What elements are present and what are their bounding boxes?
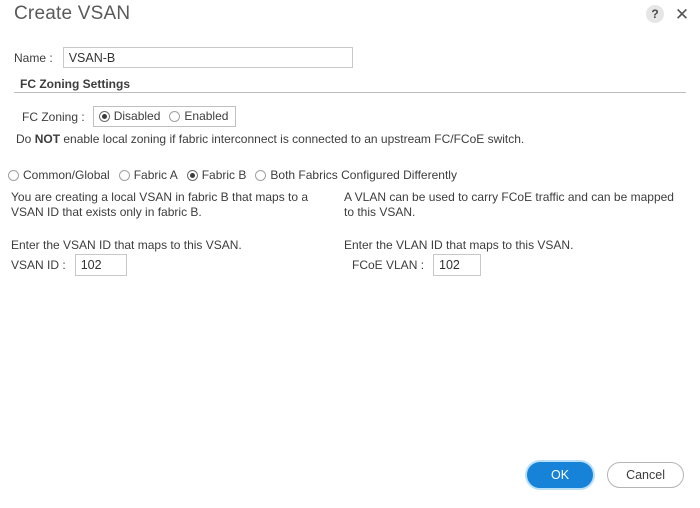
footer-buttons: OK Cancel — [527, 462, 684, 488]
dialog-footer: OK Cancel — [0, 454, 700, 508]
warning-suffix: enable local zoning if fabric interconne… — [60, 132, 525, 146]
fc-zoning-row: FC Zoning : Disabled Enabled — [22, 106, 237, 127]
fcoe-vlan-label: FCoE VLAN : — [352, 258, 425, 272]
dialog-body: Name : FC Zoning Settings FC Zoning : Di… — [0, 34, 700, 454]
radio-dot-icon — [98, 110, 110, 122]
page-title: Create VSAN — [14, 3, 131, 24]
ok-button[interactable]: OK — [527, 462, 594, 488]
radio-both-fabrics[interactable]: Both Fabrics Configured Differently — [255, 168, 457, 182]
header-actions: ? ✕ — [646, 5, 691, 23]
fc-zoning-radio-group: Disabled Enabled — [92, 106, 237, 127]
radio-fabric-b[interactable]: Fabric B — [186, 168, 247, 182]
radio-label: Fabric B — [201, 168, 247, 182]
zoning-warning-text: Do NOT enable local zoning if fabric int… — [16, 132, 524, 146]
fc-zoning-label: FC Zoning : — [22, 109, 85, 124]
vsan-id-input[interactable] — [74, 254, 127, 276]
radio-fabric-a[interactable]: Fabric A — [118, 168, 178, 182]
radio-label: Disabled — [113, 109, 161, 123]
fcoe-vlan-input[interactable] — [433, 254, 482, 276]
vsan-prompt: Enter the VSAN ID that maps to this VSAN… — [11, 238, 242, 252]
radio-dot-icon — [169, 110, 181, 122]
radio-label: Common/Global — [23, 168, 110, 182]
warning-prefix: Do — [16, 132, 35, 146]
warning-emphasis: NOT — [34, 132, 61, 146]
radio-label: Fabric A — [133, 168, 178, 182]
radio-fc-zoning-enabled[interactable]: Enabled — [169, 109, 228, 123]
fabric-scope-radio-group: Common/Global Fabric A Fabric B Both Fab… — [8, 168, 457, 182]
name-label: Name : — [14, 50, 53, 65]
name-input[interactable] — [62, 47, 353, 68]
vsan-description: You are creating a local VSAN in fabric … — [11, 190, 309, 219]
vlan-description: A VLAN can be used to carry FCoE traffic… — [344, 190, 674, 219]
radio-label: Enabled — [184, 109, 229, 123]
fcoe-vlan-row: FCoE VLAN : — [352, 254, 482, 276]
radio-dot-icon — [186, 169, 198, 181]
radio-dot-icon — [8, 169, 19, 181]
vlan-prompt: Enter the VLAN ID that maps to this VSAN… — [344, 238, 574, 252]
radio-common-global[interactable]: Common/Global — [8, 168, 110, 182]
section-divider — [14, 92, 686, 93]
fc-zoning-settings-heading: FC Zoning Settings — [20, 77, 130, 91]
close-icon[interactable]: ✕ — [673, 5, 691, 23]
vsan-id-label: VSAN ID : — [11, 258, 66, 272]
dialog-header: Create VSAN ? ✕ — [0, 0, 700, 34]
radio-label: Both Fabrics Configured Differently — [270, 168, 457, 182]
help-circle-icon[interactable]: ? — [646, 5, 664, 23]
radio-dot-icon — [255, 169, 267, 181]
vsan-column: You are creating a local VSAN in fabric … — [11, 190, 311, 253]
radio-dot-icon — [118, 169, 130, 181]
name-field-row: Name : — [14, 47, 353, 68]
vlan-column: A VLAN can be used to carry FCoE traffic… — [344, 190, 684, 253]
cancel-button[interactable]: Cancel — [607, 462, 684, 488]
vsan-id-row: VSAN ID : — [11, 254, 127, 276]
radio-fc-zoning-disabled[interactable]: Disabled — [98, 109, 161, 123]
